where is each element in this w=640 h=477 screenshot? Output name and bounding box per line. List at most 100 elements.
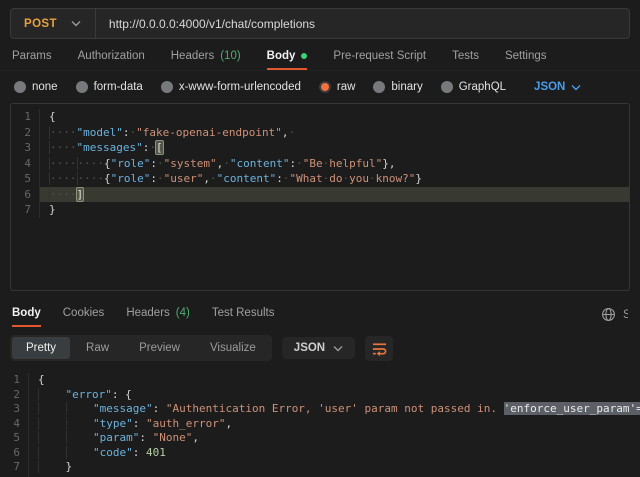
view-pretty[interactable]: Pretty <box>12 337 70 359</box>
line-number: 2 <box>11 125 39 141</box>
body-type-radios: none form-data x-www-form-urlencoded raw bin… <box>14 81 506 93</box>
code-token: { <box>49 110 56 123</box>
code-token <box>66 402 94 415</box>
code-line: 3····"messages":·[ <box>11 140 629 156</box>
line-number: 1 <box>11 109 39 125</box>
code-token: you <box>349 172 369 185</box>
request-tab-headers[interactable]: Headers(10) <box>171 44 241 70</box>
code-line: 4········{"role":·"system",·"content":·"… <box>11 156 629 172</box>
tab-label: Body <box>12 307 41 319</box>
line-content: "type": "auth_error", <box>28 417 640 432</box>
code-token: ···· <box>49 141 77 154</box>
line-content: ········{"role":·"system",·"content":·"B… <box>39 156 629 172</box>
code-line: 6····] <box>11 187 629 203</box>
code-token: ···· <box>77 172 105 185</box>
method-selector[interactable]: POST <box>11 18 95 30</box>
code-token: "role" <box>111 157 151 170</box>
body-type-graphql[interactable]: GraphQL <box>441 81 506 93</box>
code-token: · <box>210 172 217 185</box>
code-token: "model" <box>77 126 123 139</box>
code-token: { <box>104 157 111 170</box>
body-type-form-data[interactable]: form-data <box>76 81 143 93</box>
code-token: ···· <box>49 172 77 185</box>
code-token: · <box>157 157 164 170</box>
line-number: 5 <box>11 171 39 187</box>
body-type-label: raw <box>337 81 356 93</box>
code-token: "content" <box>217 172 277 185</box>
code-token: "fake-openai-endpoint" <box>136 126 282 139</box>
request-language-dropdown[interactable]: JSON <box>534 81 581 93</box>
code-token: "None" <box>153 431 193 444</box>
code-token: }, <box>382 157 395 170</box>
code-token: , <box>225 417 232 430</box>
request-tab-params[interactable]: Params <box>12 44 52 70</box>
response-tab-headers[interactable]: Headers(4) <box>126 301 190 327</box>
code-token: "error" <box>66 388 112 401</box>
code-token: helpful" <box>329 157 382 170</box>
code-token: ···· <box>49 157 77 170</box>
code-token: "messages" <box>77 141 143 154</box>
response-language-dropdown[interactable]: JSON <box>282 337 355 359</box>
response-tab-list: Body Cookies Headers(4) Test Results <box>12 301 274 327</box>
code-line: 1{ <box>11 109 629 125</box>
code-token <box>66 431 94 444</box>
body-type-label: x-www-form-urlencoded <box>179 81 301 93</box>
code-line: 2 "error": { <box>0 388 640 403</box>
body-type-x-www-form-urlencoded[interactable]: x-www-form-urlencoded <box>161 81 301 93</box>
line-number: 2 <box>0 388 28 403</box>
chevron-down-icon <box>571 84 581 91</box>
request-body-editor[interactable]: 1{2····"model":·"fake-openai-endpoint",·… <box>10 103 630 291</box>
body-type-raw[interactable]: raw <box>319 81 356 93</box>
line-number: 4 <box>11 156 39 172</box>
request-tab-settings[interactable]: Settings <box>505 44 547 70</box>
wrap-text-button[interactable] <box>365 336 393 361</box>
code-token: · <box>369 172 376 185</box>
response-tab-body[interactable]: Body <box>12 301 41 327</box>
body-type-label: form-data <box>94 81 143 93</box>
line-number: 6 <box>0 446 28 461</box>
body-type-label: binary <box>391 81 422 93</box>
request-tab-body[interactable]: Body <box>267 44 308 70</box>
code-token: · <box>223 157 230 170</box>
code-token: , <box>203 172 210 185</box>
body-type-none[interactable]: none <box>14 81 58 93</box>
request-tab-pre-request-script[interactable]: Pre-request Script <box>333 44 426 70</box>
tab-label: Authorization <box>78 50 145 62</box>
code-line: 7 } <box>0 460 640 475</box>
code-token: ···· <box>49 188 77 201</box>
view-visualize[interactable]: Visualize <box>196 337 270 359</box>
globe-icon[interactable] <box>601 307 616 322</box>
response-body-editor[interactable]: 1{2 "error": {3 "message": "Authenticati… <box>0 369 640 477</box>
tab-count-badge: (10) <box>220 50 240 62</box>
tab-label: Params <box>12 50 52 62</box>
view-preview[interactable]: Preview <box>125 337 194 359</box>
code-token <box>66 446 94 459</box>
status-text-clipped: S <box>623 309 628 321</box>
response-tabs: Body Cookies Headers(4) Test Results S <box>0 299 640 327</box>
body-type-label: GraphQL <box>459 81 506 93</box>
line-content: { <box>28 373 640 388</box>
request-tab-tests[interactable]: Tests <box>452 44 479 70</box>
response-tab-cookies[interactable]: Cookies <box>63 301 105 327</box>
code-line: 6 "code": 401 <box>0 446 640 461</box>
code-line: 7} <box>11 202 629 218</box>
code-token: know?" <box>376 172 416 185</box>
code-token: : { <box>112 388 132 401</box>
method-label: POST <box>11 18 71 30</box>
url-input[interactable]: http://0.0.0.0:4000/v1/chat/completions <box>96 17 315 31</box>
request-tab-authorization[interactable]: Authorization <box>78 44 145 70</box>
tab-label: Body <box>267 50 296 62</box>
radio-icon <box>161 81 173 93</box>
body-type-binary[interactable]: binary <box>373 81 422 93</box>
view-raw[interactable]: Raw <box>72 337 123 359</box>
tab-label: Cookies <box>63 307 105 319</box>
tab-label: Test Results <box>212 307 275 319</box>
response-tab-test-results[interactable]: Test Results <box>212 301 275 327</box>
line-content: "error": { <box>28 388 640 403</box>
code-token: · <box>288 126 295 139</box>
code-token: : <box>150 172 157 185</box>
line-number: 7 <box>11 202 39 218</box>
line-content: } <box>28 460 640 475</box>
line-number: 5 <box>0 431 28 446</box>
code-token: "type" <box>93 417 133 430</box>
